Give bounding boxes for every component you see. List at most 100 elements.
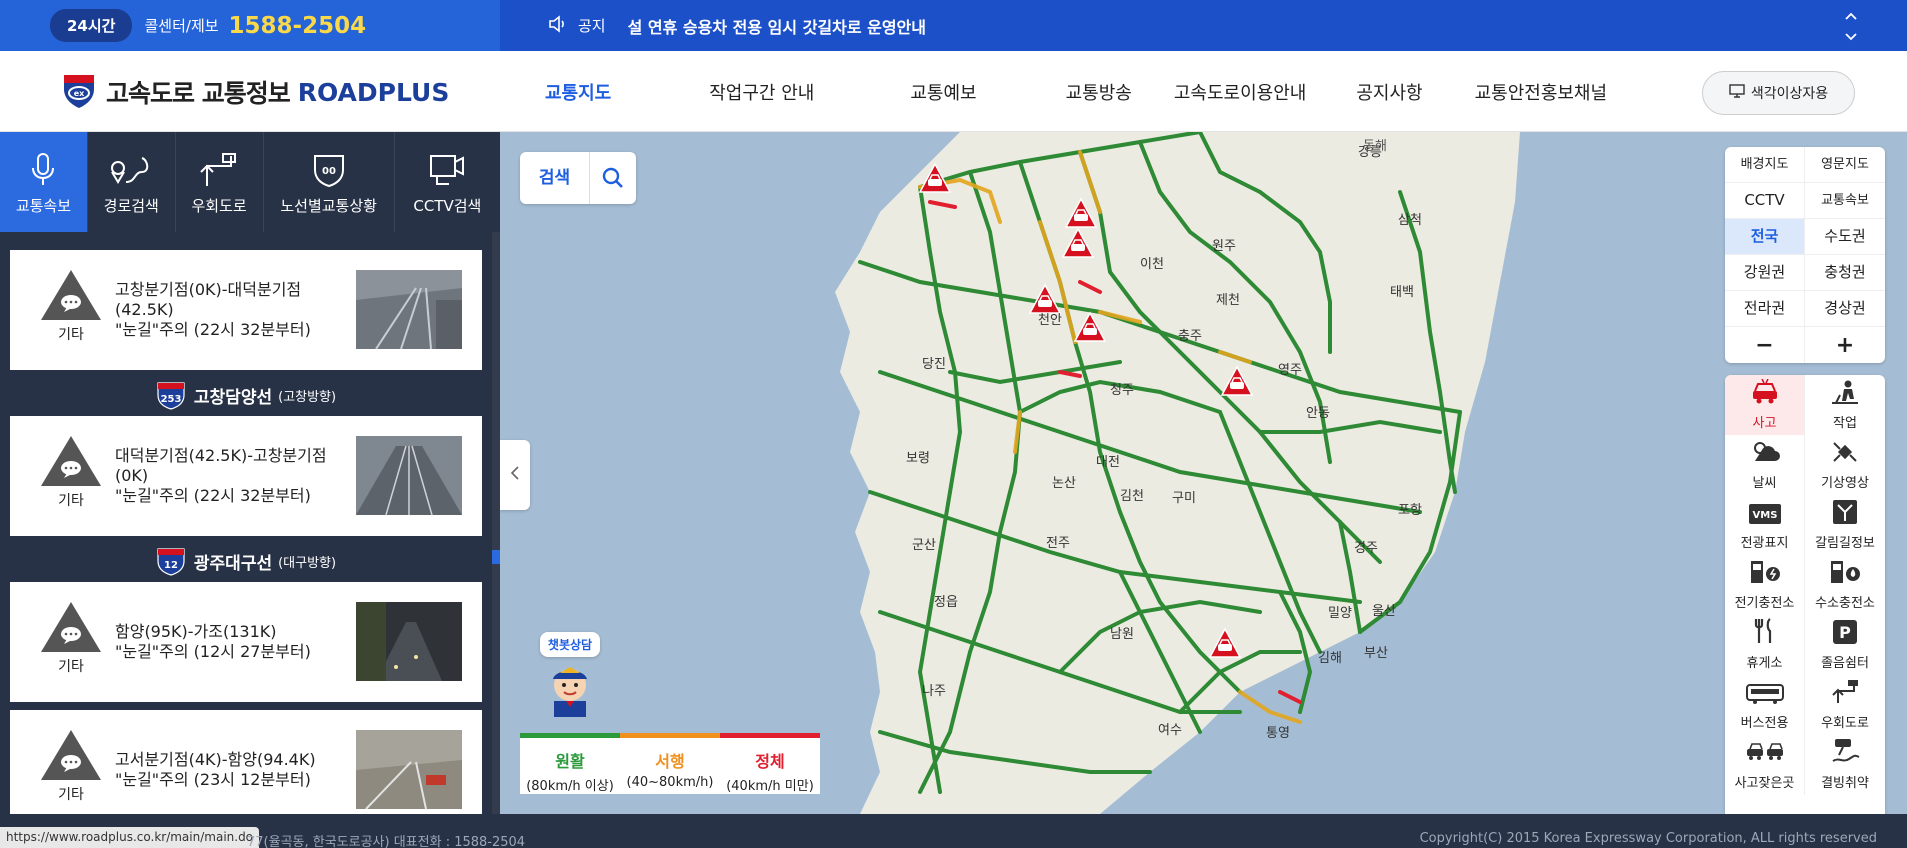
chevron-down-icon[interactable] (1843, 29, 1859, 48)
region-jeolla-button[interactable]: 전라권 (1725, 291, 1805, 327)
map-region-controls: 배경지도 영문지도 CCTV 교통속보 전국 수도권 강원권 충청권 전라권 경… (1725, 147, 1885, 363)
layer-toggle[interactable]: 우회도로 (1805, 675, 1885, 735)
chatbot-label[interactable]: 챗봇상담 (539, 632, 601, 657)
incident-description: 대덕분기점(42.5K)-고창분기점 (0K) "눈길"주의 (22시 32분부… (115, 446, 350, 506)
list-scrollbar[interactable] (492, 232, 500, 814)
region-capital-button[interactable]: 수도권 (1805, 219, 1885, 255)
layer-label: 전광표지 (1740, 536, 1789, 551)
tab-cctv-search[interactable]: CCTV검색 (394, 132, 500, 232)
speaker-icon (548, 14, 568, 37)
top-notice-bar: 24시간 콜센터/제보 1588-2504 공지 설 연휴 승용차 전용 임시 … (0, 0, 1907, 51)
nav-safety-channel[interactable]: 교통안전홍보채널 (1475, 79, 1607, 105)
tab-label: CCTV검색 (413, 196, 482, 215)
cctv-thumbnail[interactable] (356, 602, 462, 681)
nav-notice[interactable]: 공지사항 (1356, 79, 1422, 105)
region-nationwide-button[interactable]: 전국 (1725, 219, 1805, 255)
list-item[interactable]: 기타 대덕분기점(42.5K)-고창분기점 (0K) "눈길"주의 (22시 3… (10, 416, 482, 536)
search-icon[interactable] (590, 167, 636, 189)
region-chungcheong-button[interactable]: 충청권 (1805, 255, 1885, 291)
fork-knife-icon (1753, 617, 1777, 649)
layer-toggle[interactable]: P 졸음쉼터 (1805, 615, 1885, 675)
legend-slow: 서행 (40~80km/h) (620, 733, 720, 794)
nav-usage-guide[interactable]: 고속도로이용안내 (1174, 79, 1306, 105)
map-canvas[interactable]: 강릉삼척태백원주이천제천충주영주안동천안당진청주보령 대전논산김천 구미포항경주군산… (500, 132, 1907, 814)
city-label: 울산 (1372, 604, 1396, 619)
layer-label: 수소충전소 (1815, 596, 1875, 611)
tab-traffic-news[interactable]: 교통속보 (0, 132, 88, 232)
logo-title: 고속도로 교통정보 (106, 79, 291, 108)
layer-toggle[interactable]: 사고 (1725, 375, 1805, 435)
detour-icon (199, 149, 239, 191)
city-label: 통영 (1266, 726, 1290, 741)
layer-label: 날씨 (1752, 476, 1777, 491)
traffic-news-toggle-button[interactable]: 교통속보 (1805, 183, 1885, 219)
english-map-button[interactable]: 영문지도 (1805, 147, 1885, 183)
accident-car-icon (1750, 378, 1780, 409)
cctv-thumbnail[interactable] (356, 270, 462, 350)
warning-badge: 기타 (28, 728, 114, 804)
layer-toggle[interactable]: 버스전용 (1725, 675, 1805, 735)
cctv-thumbnail[interactable] (356, 730, 462, 810)
layer-toggle[interactable]: 휴게소 (1725, 615, 1805, 675)
city-label: 남원 (1110, 627, 1134, 642)
mascot-icon[interactable] (540, 661, 600, 723)
layer-toggle[interactable]: 전기충전소 (1725, 555, 1805, 615)
layer-toggle[interactable]: 수소충전소 (1805, 555, 1885, 615)
zoom-out-button[interactable]: − (1725, 327, 1805, 363)
tab-route-status[interactable]: 00 노선별교통상황 (263, 132, 395, 232)
status-url: https://www.roadplus.co.kr/main/main.do (0, 827, 260, 848)
incident-line: (42.5K) (115, 300, 174, 319)
list-item[interactable]: 기타 함양(95K)-가조(131K) "눈길"주의 (12시 27분부터) (10, 582, 482, 702)
nav-traffic-map[interactable]: 교통지도 (545, 79, 611, 105)
color-blind-mode-button[interactable]: 색각이상자용 (1702, 71, 1855, 115)
layer-label: 갈림길정보 (1815, 536, 1875, 551)
list-item[interactable]: 기타 고창분기점(0K)-대덕분기점 (42.5K) "눈길"주의 (22시 3… (10, 250, 482, 370)
panel-collapse-button[interactable] (500, 440, 530, 510)
layer-label: 졸음쉼터 (1821, 656, 1869, 671)
route-number: 253 (160, 394, 181, 405)
region-gangwon-button[interactable]: 강원권 (1725, 255, 1805, 291)
site-logo[interactable]: ex 고속도로 교통정보 ROADPLUS (62, 71, 449, 113)
search-label[interactable]: 검색 (520, 152, 590, 204)
worker-icon (1830, 379, 1860, 409)
legend-title: 원활 (555, 752, 585, 771)
notice-text[interactable]: 설 연휴 승용차 전용 임시 갓길차로 운영안내 (628, 14, 926, 38)
tab-route-search[interactable]: 경로검색 (87, 132, 176, 232)
bg-map-button[interactable]: 배경지도 (1725, 147, 1805, 183)
left-panel: 교통속보 경로검색 우회도로 00 노선별교통상황 CCTV검색 기타 고창분기… (0, 132, 500, 814)
city-label: 포항 (1398, 503, 1422, 518)
city-label: 밀양 (1328, 606, 1352, 621)
notice-label: 공지 (578, 17, 606, 35)
region-gyeongsang-button[interactable]: 경상권 (1805, 291, 1885, 327)
layer-toggle[interactable]: 사고잦은곳 (1725, 735, 1805, 795)
scrollbar-thumb[interactable] (492, 550, 500, 564)
layer-toggle[interactable]: 날씨 (1725, 435, 1805, 495)
layer-toggle[interactable]: 결빙취약 (1805, 735, 1885, 795)
traffic-map[interactable]: 강릉 삼척 태백 원주 이천 제천 충주 영주 안동 천안 당진 청주 보령 대전 논산 김천 구미 포항 경주 군산… (500, 132, 1907, 814)
nav-traffic-forecast[interactable]: 교통예보 (910, 79, 976, 105)
callcenter-number[interactable]: 1588-2504 (229, 13, 367, 39)
warning-badge: 기타 (28, 434, 114, 510)
chatbot-widget[interactable]: 챗봇상담 (535, 632, 605, 723)
chevron-up-icon[interactable] (1843, 8, 1859, 27)
layer-toggle[interactable]: VMS 전광표지 (1725, 495, 1805, 555)
city-label: 김천 (1120, 489, 1144, 504)
nav-work-zone[interactable]: 작업구간 안내 (709, 79, 814, 105)
cctv-thumbnail[interactable] (356, 436, 462, 516)
cctv-toggle-button[interactable]: CCTV (1725, 183, 1805, 219)
legend-sub: (80km/h 이상) (526, 779, 614, 794)
tab-detour[interactable]: 우회도로 (175, 132, 264, 232)
warning-triangle-icon (41, 270, 101, 320)
layer-toggle[interactable]: 기상영상 (1805, 435, 1885, 495)
layer-label: 사고 (1752, 416, 1777, 431)
nav-traffic-broadcast[interactable]: 교통방송 (1066, 79, 1132, 105)
layer-toggle[interactable]: 갈림길정보 (1805, 495, 1885, 555)
zoom-in-button[interactable]: + (1805, 327, 1885, 363)
logo-brand: ROADPLUS (297, 77, 450, 107)
layer-toggle[interactable]: 작업 (1805, 375, 1885, 435)
list-item[interactable]: 기타 고서분기점(4K)-함양(94.4K) "눈길"주의 (23시 12분부터… (10, 710, 482, 814)
incident-line: 고창분기점(0K)-대덕분기점 (115, 280, 302, 299)
warning-badge: 기타 (28, 600, 114, 676)
map-layer-controls: 사고 작업날씨 기상영상 VMS 전광표지 갈림길정보전기충전소 수소충전소휴게소 P 졸음쉼터… (1725, 375, 1885, 814)
map-search-box[interactable]: 검색 (520, 152, 636, 204)
